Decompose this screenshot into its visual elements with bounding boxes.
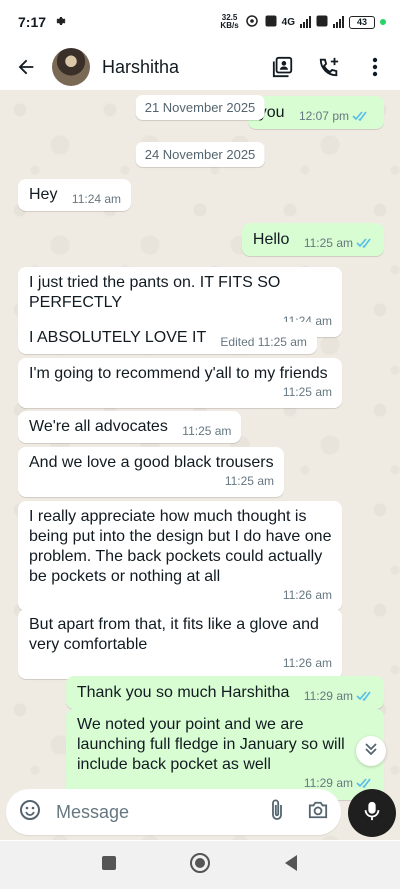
home-circle-icon[interactable] [189,852,211,879]
signal-icon-2 [333,16,344,28]
chat-header: Harshitha [0,44,400,90]
message-in[interactable]: And we love a good black trousers 11:25 … [18,447,284,497]
message-out[interactable]: you 12:07 pm [247,96,384,129]
camera-icon[interactable] [307,800,329,825]
composer-tools [269,798,329,827]
read-ticks-icon [352,107,370,127]
avatar[interactable] [52,48,90,86]
composer: Message [0,785,400,841]
volte-icon-2 [316,15,328,30]
date-chip: 21 November 2025 [135,95,265,120]
date-chip: 24 November 2025 [135,142,265,167]
volte-icon [265,15,277,30]
system-nav-bar [0,841,400,889]
scroll-down-button[interactable] [356,736,386,766]
add-call-icon[interactable] [316,54,342,80]
read-ticks-icon [356,234,374,254]
battery-indicator: 43 [349,15,375,29]
message-in[interactable]: I'm going to recommend y'all to my frien… [18,358,342,408]
privacy-dot [380,19,386,25]
emoji-icon[interactable] [18,798,42,827]
settings-gear-icon [54,14,66,30]
message-input[interactable]: Message [6,789,341,835]
hotspot-icon [244,14,260,30]
message-out[interactable]: Hello 11:25 am [241,223,384,256]
message-in[interactable]: But apart from that, it fits like a glov… [18,609,342,679]
header-actions [270,54,388,80]
read-ticks-icon [356,687,374,707]
status-time: 7:17 [18,14,47,30]
message-in[interactable]: I ABSOLUTELY LOVE IT Edited 11:25 am [18,322,317,354]
status-bar: 7:17 32.5 KB/s 4G 43 [0,0,400,44]
recents-square-icon[interactable] [101,855,117,876]
mic-button[interactable] [348,789,396,837]
status-right: 32.5 KB/s 4G 43 [220,14,386,30]
message-out[interactable]: Thank you so much Harshitha 11:29 am [65,676,384,709]
double-chevron-down-icon [364,742,378,761]
back-triangle-icon[interactable] [283,854,299,877]
network-speed: 32.5 KB/s [220,13,239,30]
message-placeholder[interactable]: Message [56,802,269,823]
signal-icon [300,16,311,28]
back-arrow-icon[interactable] [12,53,40,81]
contact-card-icon[interactable] [270,54,296,80]
attach-icon[interactable] [269,798,285,827]
message-in[interactable]: We're all advocates 11:25 am [18,411,242,443]
message-in[interactable]: I really appreciate how much thought is … [18,501,342,611]
network-type: 4G [281,16,295,28]
mic-icon [363,800,381,827]
contact-name[interactable]: Harshitha [102,57,179,78]
message-in[interactable]: Hey 11:24 am [18,179,132,211]
more-vert-icon[interactable] [362,54,388,80]
chat-area[interactable]: you 12:07 pm 21 November 2025 24 Novembe… [0,90,400,840]
